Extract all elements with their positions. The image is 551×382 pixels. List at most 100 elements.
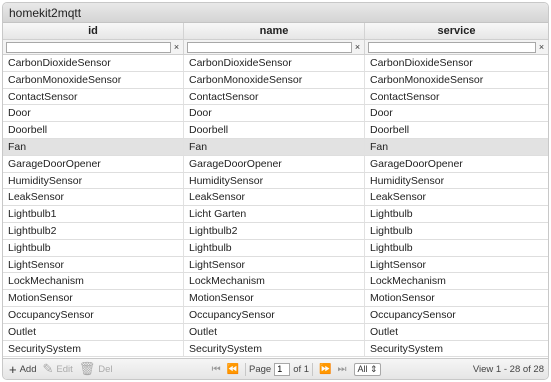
cell-service: LightSensor: [370, 258, 427, 271]
records-info: View 1 - 28 of 28: [472, 363, 544, 375]
table-row[interactable]: LeakSensor LeakSensor LeakSensor: [3, 189, 548, 207]
wrench-icon: ✎: [42, 361, 54, 376]
cell-name: Doorbell: [184, 122, 365, 138]
clear-filter-name-button[interactable]: ×: [353, 42, 362, 53]
plus-icon: +: [9, 361, 17, 377]
cell-id: Door: [3, 105, 184, 122]
cell-id: LightSensor: [3, 256, 184, 273]
cell-service: OccupancySensor: [370, 308, 456, 321]
clear-filter-service-button[interactable]: ×: [537, 42, 546, 53]
clear-filter-id-button[interactable]: ×: [172, 42, 181, 53]
next-page-icon[interactable]: ⏩: [319, 364, 331, 375]
column-header-name[interactable]: name: [184, 23, 365, 39]
cell-name: CarbonDioxideSensor: [184, 55, 365, 71]
filter-input-service[interactable]: [368, 41, 536, 53]
cell-name: GarageDoorOpener: [184, 155, 365, 172]
edit-label: Edit: [56, 363, 73, 375]
table-row[interactable]: CarbonDioxideSensor CarbonDioxideSensor Ca…: [3, 55, 548, 72]
cell-name: LeakSensor: [184, 189, 365, 206]
cell-name: SecuritySystem: [184, 340, 365, 357]
cell-id: GarageDoorOpener: [3, 155, 184, 172]
edit-button[interactable]: ✎ Edit: [43, 361, 73, 377]
cell-id: Fan: [3, 138, 184, 155]
table-row[interactable]: Fan Fan Fan: [3, 138, 548, 156]
cell-name: Lightbulb: [184, 239, 365, 256]
table-row[interactable]: LightSensor LightSensor LightSensor: [3, 256, 548, 274]
cell-service: Lightbulb: [370, 224, 413, 237]
filter-toolbar: × × ×: [3, 40, 548, 55]
filter-input-name[interactable]: [187, 41, 352, 53]
add-button[interactable]: + Add: [9, 362, 37, 377]
cell-service: Doorbell: [370, 124, 410, 137]
table-row[interactable]: HumiditySensor HumiditySensor HumiditySens…: [3, 172, 548, 190]
cell-id: ContactSensor: [3, 88, 184, 105]
cell-service: Fan: [370, 140, 389, 153]
pagination-controls: ⏮ ⏪ Page of 1 ⏩ ⏭ All ⇕: [209, 362, 381, 376]
grid-body: CarbonDioxideSensor CarbonDioxideSensor Ca…: [3, 55, 548, 361]
cell-name: MotionSensor: [184, 290, 365, 306]
cell-id: Lightbulb1: [3, 206, 184, 222]
prev-page-icon[interactable]: ⏪: [227, 364, 239, 375]
cell-id: HumiditySensor: [3, 172, 184, 189]
last-page-icon[interactable]: ⏭: [338, 364, 347, 375]
rows-per-page-value: All: [357, 364, 368, 374]
cell-id: Doorbell: [3, 122, 184, 138]
table-row[interactable]: Door Door Door: [3, 105, 548, 123]
filter-cell-name: ×: [184, 40, 365, 54]
page-label: Page: [249, 363, 272, 375]
rows-per-page-select[interactable]: All ⇕: [353, 362, 381, 376]
cell-service: LockMechanism: [370, 275, 446, 288]
cell-id: CarbonDioxideSensor: [3, 55, 184, 71]
cell-service: Lightbulb: [370, 241, 413, 254]
page-count-label: of 1: [293, 363, 310, 375]
cell-name: Fan: [184, 138, 365, 155]
jqgrid-table: homekit2mqtt id name service × × × Carbo…: [2, 2, 549, 380]
table-row[interactable]: Lightbulb Lightbulb Lightbulb: [3, 239, 548, 257]
table-row[interactable]: SecuritySystem SecuritySystem SecuritySyst…: [3, 340, 548, 358]
table-row[interactable]: Lightbulb1 Licht Garten Lightbulb: [3, 206, 548, 223]
cell-id: CarbonMonoxideSensor: [3, 71, 184, 88]
table-row[interactable]: ContactSensor ContactSensor ContactSensor: [3, 88, 548, 106]
del-label: Del: [98, 363, 113, 375]
column-header-service[interactable]: service: [365, 23, 548, 39]
cell-name: OccupancySensor: [184, 306, 365, 323]
page-number-input[interactable]: [274, 362, 291, 376]
pager-separator: [245, 362, 247, 376]
cell-id: SecuritySystem: [3, 340, 184, 357]
cell-name: ContactSensor: [184, 88, 365, 105]
cell-id: LeakSensor: [3, 189, 184, 206]
cell-id: OccupancySensor: [3, 306, 184, 323]
column-header-id[interactable]: id: [3, 23, 184, 39]
cell-id: Lightbulb2: [3, 222, 184, 239]
cell-service: CarbonMonoxideSensor: [370, 73, 484, 86]
table-row[interactable]: OccupancySensor OccupancySensor OccupancyS…: [3, 306, 548, 324]
first-page-icon[interactable]: ⏮: [212, 364, 221, 375]
cell-service: ContactSensor: [370, 90, 440, 103]
cell-name: Door: [184, 105, 365, 122]
table-row[interactable]: Lightbulb2 Lightbulb2 Lightbulb: [3, 222, 548, 240]
cell-id: LockMechanism: [3, 273, 184, 290]
cell-name: HumiditySensor: [184, 172, 365, 189]
pager-bar: + Add ✎ Edit 🗑 Del ⏮ ⏪ Page of 1 ⏩ ⏭ All…: [3, 358, 548, 379]
cell-service: Door: [370, 107, 393, 120]
delete-button[interactable]: 🗑 Del: [79, 361, 113, 377]
table-row[interactable]: Doorbell Doorbell Doorbell: [3, 122, 548, 139]
table-row[interactable]: GarageDoorOpener GarageDoorOpener GarageDo…: [3, 155, 548, 173]
cell-service: MotionSensor: [370, 292, 435, 305]
select-arrows-icon: ⇕: [369, 363, 378, 374]
filter-input-id[interactable]: [6, 41, 171, 53]
column-header-row: id name service: [3, 23, 548, 40]
table-row[interactable]: CarbonMonoxideSensor CarbonMonoxideSensor…: [3, 71, 548, 89]
filter-cell-service: ×: [365, 40, 548, 54]
cell-name: Licht Garten: [184, 206, 365, 222]
cell-id: Outlet: [3, 323, 184, 340]
trash-icon: 🗑: [78, 361, 96, 376]
cell-service: LeakSensor: [370, 191, 427, 204]
cell-service: CarbonDioxideSensor: [370, 57, 473, 69]
table-row[interactable]: Outlet Outlet Outlet: [3, 323, 548, 341]
add-label: Add: [19, 363, 37, 375]
cell-service: Lightbulb: [370, 208, 413, 221]
table-row[interactable]: LockMechanism LockMechanism LockMechanism: [3, 273, 548, 291]
table-row[interactable]: MotionSensor MotionSensor MotionSensor: [3, 290, 548, 307]
cell-id: Lightbulb: [3, 239, 184, 256]
